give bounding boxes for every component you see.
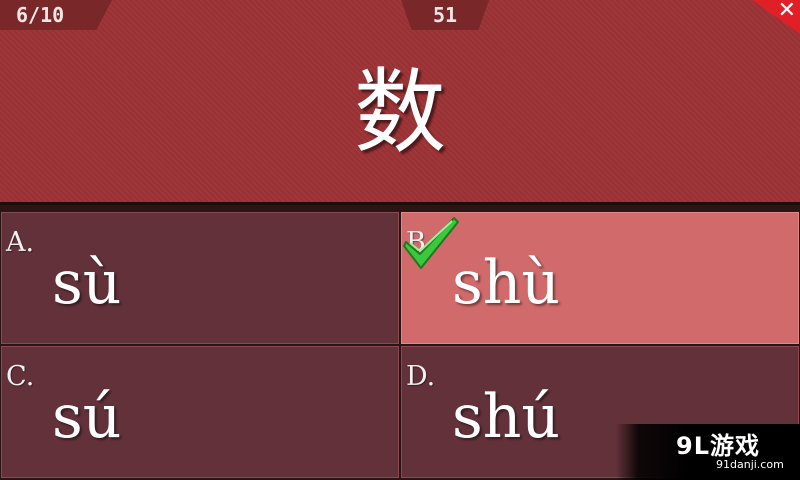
watermark-url: 91danji.com <box>716 458 784 471</box>
option-pinyin: shù <box>452 248 561 318</box>
option-pinyin: shú <box>452 382 561 452</box>
answer-option-c[interactable]: C. sú <box>1 346 399 478</box>
countdown-timer: 51 <box>401 0 489 30</box>
progress-counter: 6/10 <box>0 0 112 30</box>
watermark-logo: 9L游戏 <box>676 432 760 460</box>
answer-option-a[interactable]: A. sù <box>1 212 399 344</box>
option-letter: A. <box>6 227 35 258</box>
checkmark-icon <box>403 217 459 269</box>
close-icon[interactable]: ✕ <box>778 0 796 23</box>
option-pinyin: sù <box>52 248 122 318</box>
close-button[interactable]: ✕ <box>752 0 800 34</box>
question-header: 6/10 51 ✕ 数 <box>0 0 800 205</box>
question-character: 数 <box>353 59 446 166</box>
option-letter: D. <box>406 361 436 392</box>
watermark-badge: 9L游戏 91danji.com <box>616 424 800 480</box>
option-letter: C. <box>6 361 35 392</box>
option-pinyin: sú <box>52 382 122 452</box>
